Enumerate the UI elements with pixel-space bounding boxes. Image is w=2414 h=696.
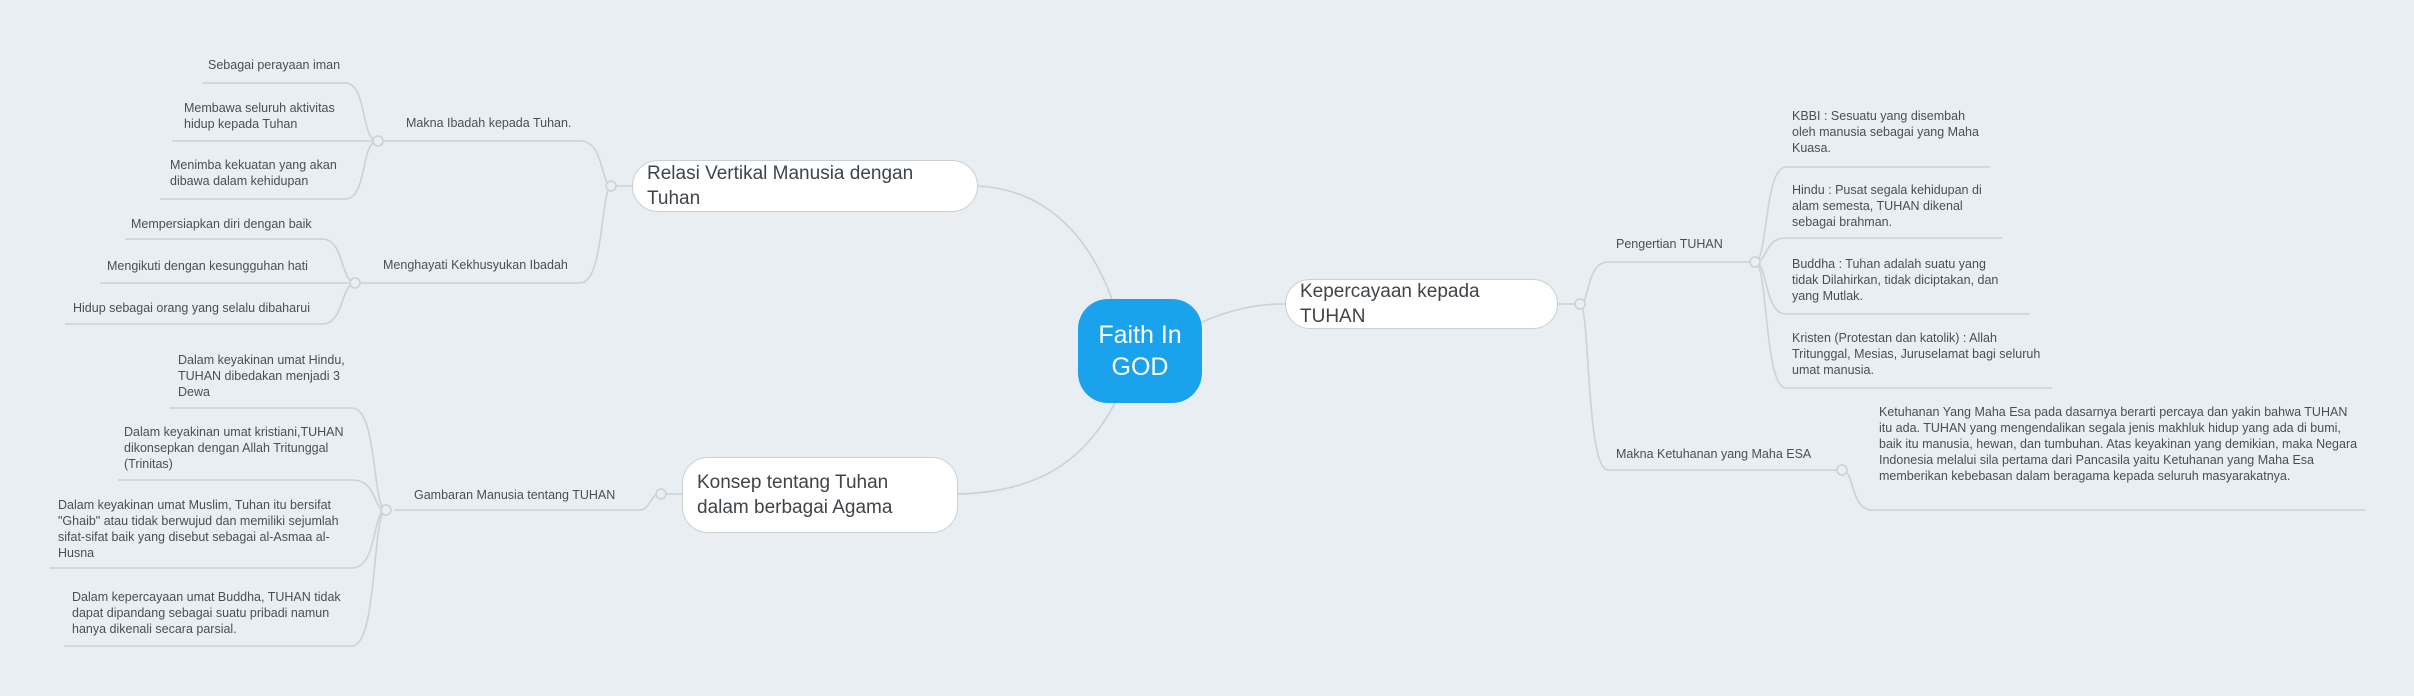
topic-label: Konsep tentang Tuhan dalam berbagai Agam… <box>697 472 893 518</box>
leaf-ketuhanan-1[interactable]: Ketuhanan Yang Maha Esa pada dasarnya be… <box>1879 404 2359 484</box>
subtopic-ketuhanan[interactable]: Makna Ketuhanan yang Maha ESA <box>1616 446 1836 462</box>
collapse-handle-makna <box>372 135 384 147</box>
leaf-pengertian-2[interactable]: Hindu : Pusat segala kehidupan di alam s… <box>1792 182 2007 230</box>
link-kepercayaan-pengertian <box>1558 261 1755 305</box>
leaf-makna-3[interactable]: Menimba kekuatan yang akan dibawa dalam … <box>170 157 350 189</box>
root-label: Faith In GOD <box>1098 321 1182 381</box>
collapse-handle-gambaran <box>380 504 392 516</box>
root-node[interactable]: Faith In GOD <box>1078 299 1202 403</box>
link-root-konsep <box>957 402 1116 495</box>
collapse-handle-pengertian <box>1749 256 1761 268</box>
leaf-menghayati-3[interactable]: Hidup sebagai orang yang selalu dibaharu… <box>73 300 333 316</box>
subtopic-gambaran[interactable]: Gambaran Manusia tentang TUHAN <box>414 487 644 503</box>
collapse-handle-ketuhanan <box>1836 464 1848 476</box>
topic-konsep-tuhan[interactable]: Konsep tentang Tuhan dalam berbagai Agam… <box>682 457 958 533</box>
leaf-gambaran-2[interactable]: Dalam keyakinan umat kristiani,TUHAN dik… <box>124 424 364 472</box>
topic-label: Relasi Vertikal Manusia dengan Tuhan <box>647 163 914 209</box>
leaf-pengertian-3[interactable]: Buddha : Tuhan adalah suatu yang tidak D… <box>1792 256 2014 304</box>
leaf-menghayati-2[interactable]: Mengikuti dengan kesungguhan hati <box>107 258 327 274</box>
collapse-handle-konsep <box>655 488 667 500</box>
topic-label: Kepercayaan kepada TUHAN <box>1300 281 1480 327</box>
subtopic-menghayati[interactable]: Menghayati Kekhusyukan Ibadah <box>383 257 593 273</box>
link-root-kepercayaan <box>1201 303 1286 323</box>
leaf-pengertian-1[interactable]: KBBI : Sesuatu yang disembah oleh manusi… <box>1792 108 1992 156</box>
leaf-pengertian-4[interactable]: Kristen (Protestan dan katolik) : Allah … <box>1792 330 2044 378</box>
topic-kepercayaan[interactable]: Kepercayaan kepada TUHAN <box>1285 279 1558 329</box>
subtopic-makna-ibadah[interactable]: Makna Ibadah kepada Tuhan. <box>406 115 596 131</box>
collapse-handle-relasi <box>605 180 617 192</box>
link-root-relasi <box>977 185 1113 300</box>
collapse-handle-kepercayaan <box>1574 298 1586 310</box>
leaf-makna-2[interactable]: Membawa seluruh aktivitas hidup kepada T… <box>184 100 354 132</box>
topic-relasi-vertikal[interactable]: Relasi Vertikal Manusia dengan Tuhan <box>632 160 978 212</box>
leaf-menghayati-1[interactable]: Mempersiapkan diri dengan baik <box>131 216 331 232</box>
leaf-makna-1[interactable]: Sebagai perayaan iman <box>208 57 368 73</box>
leaf-gambaran-1[interactable]: Dalam keyakinan umat Hindu, TUHAN dibeda… <box>178 352 368 400</box>
subtopic-pengertian[interactable]: Pengertian TUHAN <box>1616 236 1756 252</box>
leaf-gambaran-4[interactable]: Dalam kepercayaan umat Buddha, TUHAN tid… <box>72 589 362 637</box>
connector-lines <box>50 82 2365 647</box>
link-relasi-makna <box>378 140 632 187</box>
mind-map-canvas: Faith In GOD Relasi Vertikal Manusia den… <box>0 0 2414 696</box>
leaf-gambaran-3[interactable]: Dalam keyakinan umat Muslim, Tuhan itu b… <box>58 497 358 561</box>
collapse-handle-menghayati <box>349 277 361 289</box>
